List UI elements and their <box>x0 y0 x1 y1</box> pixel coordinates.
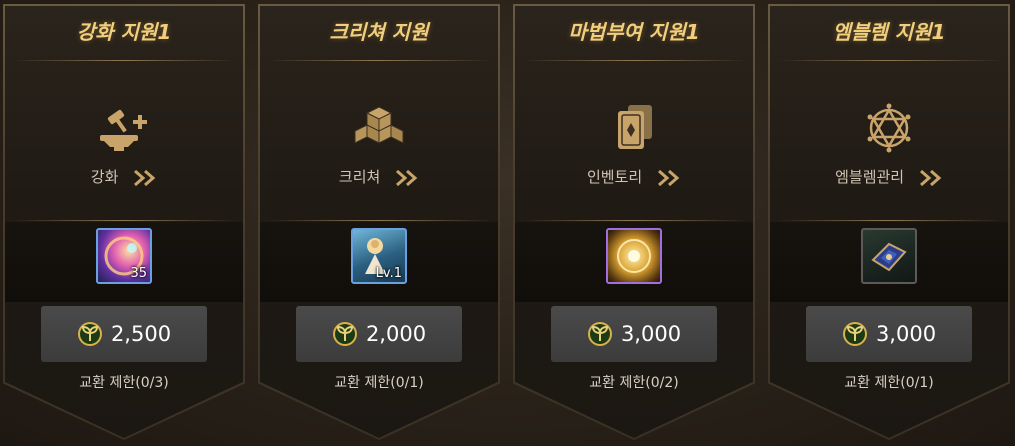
shortcut-link-emblem[interactable]: 엠블렘관리 <box>770 166 1008 187</box>
divider <box>776 60 1002 61</box>
hexagram-icon <box>867 103 911 153</box>
double-chevron-right-icon <box>657 169 680 186</box>
divider <box>521 60 747 61</box>
card-title: 마법부여 지원1 <box>568 20 700 44</box>
exchange-limit: 교환 제한(0/1) <box>334 375 424 391</box>
price: 2,500 <box>110 322 172 346</box>
reward-item-emblem-chest[interactable] <box>861 228 917 284</box>
exchange-button[interactable]: 2,500 <box>41 306 207 362</box>
reward-item-enchant-orb[interactable] <box>606 228 662 284</box>
anvil-hammer-icon <box>100 109 147 151</box>
card-body: 강화 지원1 강화 35 2,500 교환 제한(0/3) <box>5 6 243 438</box>
divider <box>266 220 492 221</box>
support-card-enchant: 마법부여 지원1 인벤토리 3,000 교환 제한(0/2) <box>513 4 755 440</box>
leaf-coin-icon <box>587 322 612 346</box>
enchant-orb-icon <box>617 239 651 273</box>
divider <box>521 220 747 221</box>
reward-item-enhance-orb[interactable]: 35 <box>96 228 152 284</box>
cards-icon <box>618 105 652 149</box>
exchange-limit: 교환 제한(0/1) <box>844 375 934 391</box>
leaf-coin-icon <box>77 322 102 346</box>
emblem-chest-icon <box>871 242 907 272</box>
double-chevron-right-icon <box>919 169 942 186</box>
divider <box>266 60 492 61</box>
price: 3,000 <box>620 322 682 346</box>
shortcut-label: 엠블렘관리 <box>835 168 905 186</box>
support-card-creature: 크리쳐 지원 크리쳐 Lv.1 2,000 교환 제한(0/1) <box>258 4 500 440</box>
shortcut-label: 크리쳐 <box>338 168 381 186</box>
support-card-emblem: 엠블렘 지원1 엠블렘관리 3,000 교환 제한(0/1) <box>768 4 1010 440</box>
shortcut-link-creature[interactable]: 크리쳐 <box>260 166 498 187</box>
exchange-button[interactable]: 3,000 <box>806 306 972 362</box>
double-chevron-right-icon <box>134 169 156 186</box>
shortcut-link-inventory[interactable]: 인벤토리 <box>515 166 753 187</box>
shortcut-link-enhance[interactable]: 강화 <box>5 166 243 187</box>
double-chevron-right-icon <box>396 169 418 186</box>
exchange-button[interactable]: 2,000 <box>296 306 462 362</box>
card-body: 마법부여 지원1 인벤토리 3,000 교환 제한(0/2) <box>515 6 753 438</box>
item-level: Lv.1 <box>375 266 402 281</box>
card-title: 강화 지원1 <box>76 20 172 44</box>
shortcut-label: 강화 <box>90 168 119 186</box>
divider <box>776 220 1002 221</box>
card-body: 크리쳐 지원 크리쳐 Lv.1 2,000 교환 제한(0/1) <box>260 6 498 438</box>
divider <box>11 220 237 221</box>
support-card-enhance: 강화 지원1 강화 35 2,500 교환 제한(0/3) <box>3 4 245 440</box>
leaf-coin-icon <box>842 322 867 346</box>
exchange-limit: 교환 제한(0/3) <box>79 375 169 391</box>
exchange-button[interactable]: 3,000 <box>551 306 717 362</box>
exchange-limit: 교환 제한(0/2) <box>589 375 679 391</box>
card-title: 크리쳐 지원 <box>329 20 429 44</box>
card-body: 엠블렘 지원1 엠블렘관리 3,000 교환 제한(0/1) <box>770 6 1008 438</box>
item-count: 35 <box>130 266 147 281</box>
divider <box>11 60 237 61</box>
card-title: 엠블렘 지원1 <box>832 20 946 44</box>
reward-item-creature-card[interactable]: Lv.1 <box>351 228 407 284</box>
leaf-coin-icon <box>332 322 357 346</box>
price: 2,000 <box>365 322 427 346</box>
shortcut-label: 인벤토리 <box>587 168 643 186</box>
price: 3,000 <box>875 322 937 346</box>
cubes-icon <box>354 106 404 144</box>
